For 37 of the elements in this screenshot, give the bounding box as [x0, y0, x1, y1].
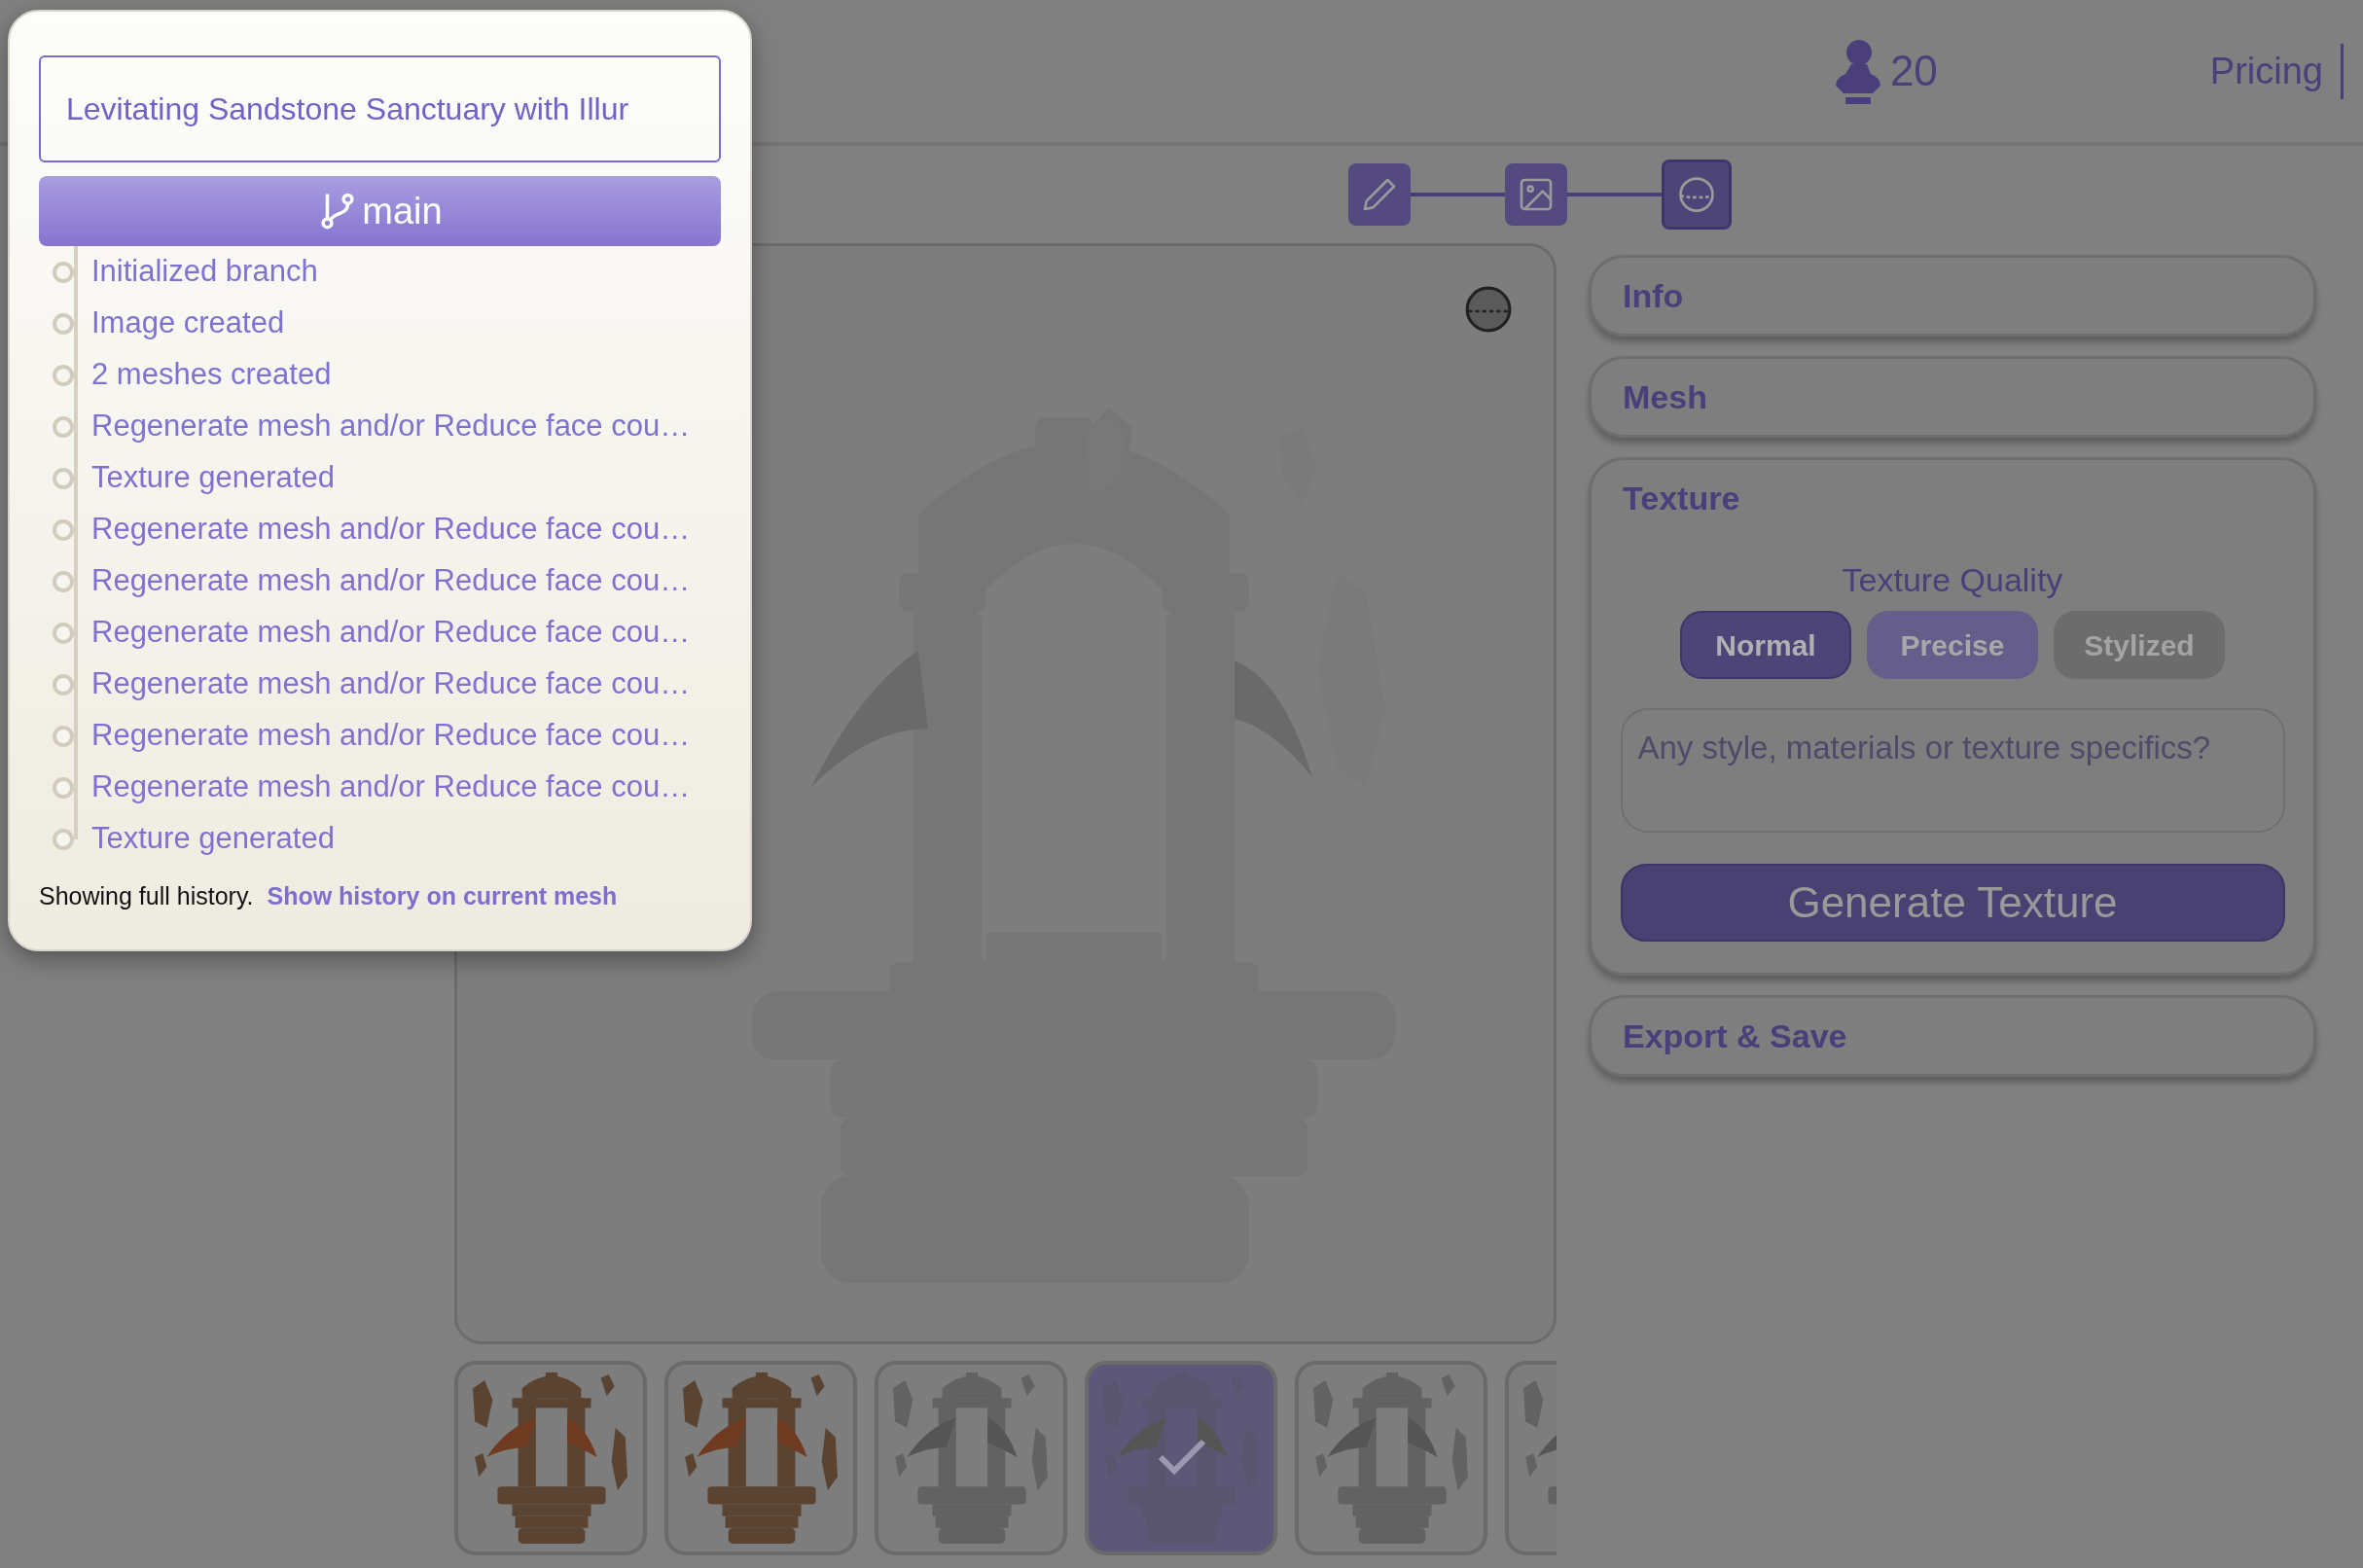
title-field[interactable]: Levitating Sandstone Sanctuary with Illur: [39, 55, 721, 162]
section-header[interactable]: Mesh: [1623, 359, 1707, 435]
history-entry[interactable]: Regenerate mesh and/or Reduce face cou…: [91, 661, 691, 707]
model-thumbnail[interactable]: [664, 1361, 857, 1555]
history-entry[interactable]: Regenerate mesh and/or Reduce face cou…: [91, 765, 691, 810]
history-entry[interactable]: 2 meshes created: [91, 352, 332, 398]
step-button[interactable]: [1662, 160, 1732, 230]
model-thumbnail[interactable]: [1085, 1361, 1277, 1555]
history-entry[interactable]: Regenerate mesh and/or Reduce face cou…: [91, 558, 691, 604]
show-history-link[interactable]: Show history on current mesh: [267, 878, 618, 915]
model-thumbnail[interactable]: [875, 1361, 1067, 1555]
step-button[interactable]: [1505, 163, 1567, 226]
credits-count: 20: [1889, 46, 1938, 96]
branch-button[interactable]: main: [39, 176, 721, 246]
generate-texture-button[interactable]: Generate Texture: [1620, 864, 2285, 942]
history-entry[interactable]: Image created: [91, 301, 285, 346]
section-header[interactable]: Export & Save: [1623, 998, 1847, 1074]
checkmark-icon: [1157, 1438, 1207, 1477]
history-status: Showing full history.: [39, 881, 254, 911]
quality-option[interactable]: Precise: [1867, 611, 2038, 679]
history-entry[interactable]: Regenerate mesh and/or Reduce face cou…: [91, 713, 691, 759]
history-entry[interactable]: Texture generated: [91, 455, 335, 501]
section-header[interactable]: Info: [1623, 258, 1684, 334]
model-thumbnail[interactable]: [454, 1361, 647, 1555]
section-header[interactable]: Texture: [1623, 460, 1740, 536]
history-entry[interactable]: Regenerate mesh and/or Reduce face cou…: [91, 610, 691, 656]
history-entry[interactable]: Texture generated: [91, 816, 335, 862]
texture-quality-label: Texture Quality: [1842, 560, 2063, 600]
pricing-link[interactable]: Pricing: [2209, 43, 2344, 99]
history-entry[interactable]: Regenerate mesh and/or Reduce face cou…: [91, 507, 691, 552]
history-entry[interactable]: Initialized branch: [91, 249, 318, 295]
step-button[interactable]: [1348, 163, 1411, 226]
model-thumbnail[interactable]: [1295, 1361, 1487, 1555]
quality-option[interactable]: Normal: [1680, 611, 1851, 679]
bust-icon: [1833, 37, 1882, 105]
history-entry[interactable]: Regenerate mesh and/or Reduce face cou…: [91, 404, 691, 449]
sphere-icon[interactable]: [1464, 285, 1513, 334]
